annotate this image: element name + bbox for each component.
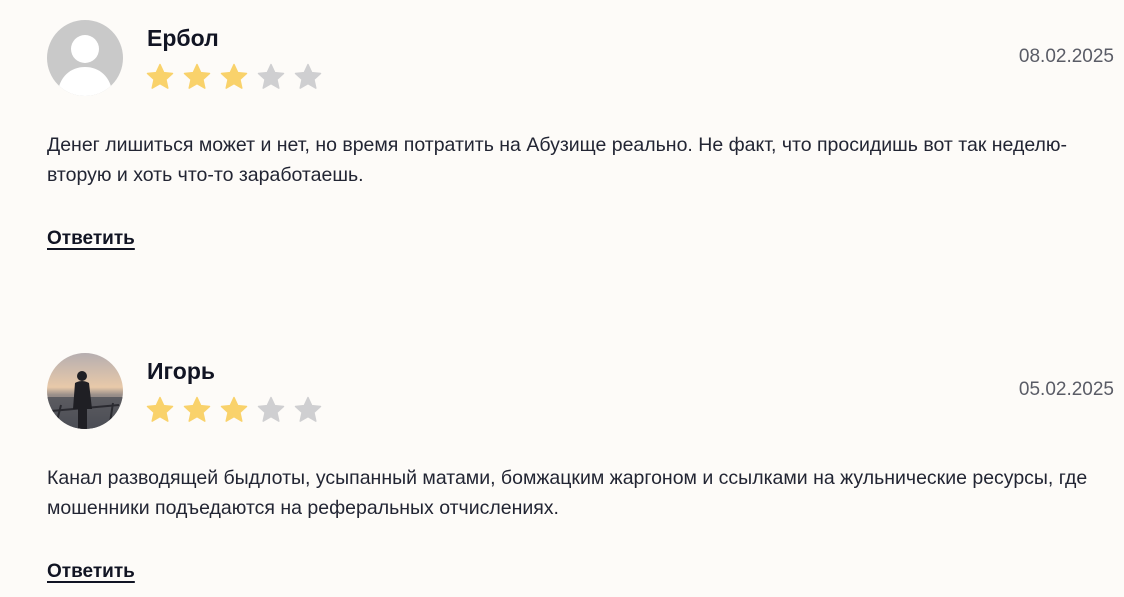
star-empty-icon: [294, 396, 322, 422]
star-empty-icon: [294, 63, 322, 89]
star-empty-icon: [257, 396, 285, 422]
review-text: Канал разводящей быдлоты, усыпанный мата…: [47, 467, 1088, 519]
review-text: Денег лишиться может и нет, но время пот…: [47, 134, 1068, 186]
star-filled-icon: [146, 63, 174, 89]
review-author: Ербол: [147, 25, 219, 51]
user-photo-avatar: [47, 353, 123, 429]
review-date: 05.02.2025: [1018, 379, 1114, 400]
review-author: Игорь: [147, 358, 216, 384]
review-date: 08.02.2025: [1018, 46, 1114, 67]
star-rating: [145, 395, 323, 425]
reply-link[interactable]: Ответить: [47, 561, 135, 583]
star-filled-icon: [220, 63, 248, 89]
default-avatar-icon: [47, 20, 123, 96]
star-filled-icon: [183, 396, 211, 422]
star-empty-icon: [257, 63, 285, 89]
star-filled-icon: [146, 396, 174, 422]
reply-link[interactable]: Ответить: [47, 228, 135, 250]
star-filled-icon: [220, 396, 248, 422]
star-filled-icon: [183, 63, 211, 89]
star-rating: [145, 62, 323, 92]
